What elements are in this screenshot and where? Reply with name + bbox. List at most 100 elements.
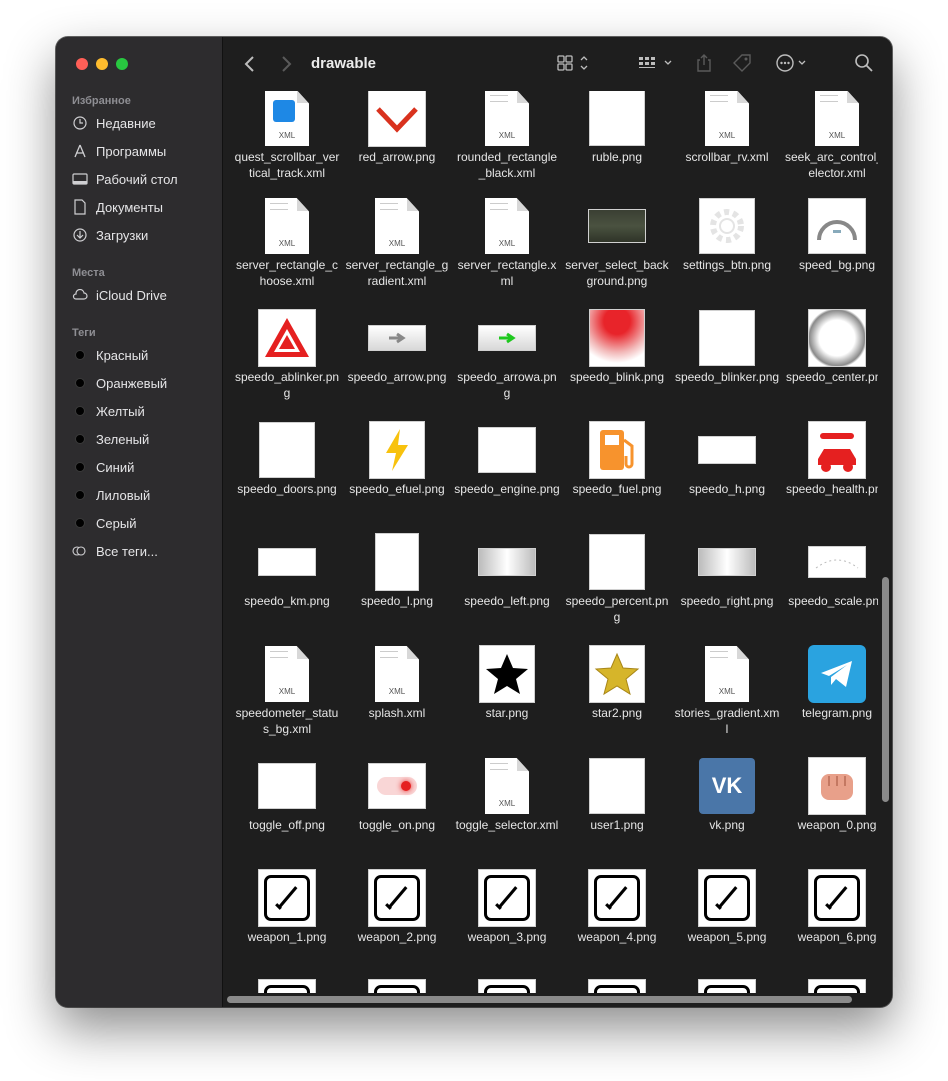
- file-item[interactable]: weapon_1.png: [232, 867, 342, 945]
- image-thumbnail: [698, 548, 756, 576]
- file-item-partial[interactable]: [562, 979, 672, 993]
- file-item[interactable]: speedo_doors.png: [232, 419, 342, 497]
- window-controls: [76, 58, 128, 70]
- file-name: weapon_0.png: [797, 818, 877, 832]
- image-thumbnail: [368, 979, 426, 993]
- file-item[interactable]: server_select_background.png: [562, 195, 672, 289]
- file-item[interactable]: XML stories_gradient.xml: [672, 643, 782, 737]
- file-item[interactable]: VK vk.png: [672, 755, 782, 833]
- file-item[interactable]: weapon_3.png: [452, 867, 562, 945]
- file-item[interactable]: telegram.png: [782, 643, 878, 721]
- image-thumbnail: [588, 979, 646, 993]
- sidebar-tag-2[interactable]: Желтый: [72, 400, 145, 422]
- image-thumbnail: [698, 869, 756, 927]
- file-item-partial[interactable]: [342, 979, 452, 993]
- file-item[interactable]: ruble.png: [562, 91, 672, 165]
- file-item[interactable]: speedo_arrowa.png: [452, 307, 562, 401]
- vertical-scrollbar[interactable]: [882, 577, 889, 802]
- file-item[interactable]: XML server_rectangle_gradient.xml: [342, 195, 452, 289]
- file-thumbnail: [562, 531, 672, 593]
- file-item[interactable]: speedo_efuel.png: [342, 419, 452, 497]
- more-actions-button[interactable]: [775, 53, 811, 73]
- sidebar-item-2[interactable]: Рабочий стол: [72, 168, 178, 190]
- file-item-partial[interactable]: [232, 979, 342, 993]
- file-thumbnail: [342, 979, 452, 993]
- file-item[interactable]: speedo_blink.png: [562, 307, 672, 385]
- sidebar-tag-4[interactable]: Синий: [72, 456, 134, 478]
- file-thumbnail: [562, 195, 672, 257]
- file-item[interactable]: weapon_4.png: [562, 867, 672, 945]
- file-item[interactable]: weapon_5.png: [672, 867, 782, 945]
- file-name: weapon_6.png: [797, 930, 877, 944]
- file-item-partial[interactable]: [452, 979, 562, 993]
- file-item[interactable]: speedo_health.png: [782, 419, 878, 497]
- view-mode-button[interactable]: [556, 53, 592, 73]
- sidebar-item-icloud[interactable]: iCloud Drive: [72, 284, 167, 306]
- file-item[interactable]: XML seek_arc_control_selector.xml: [782, 91, 878, 181]
- file-item[interactable]: speedo_fuel.png: [562, 419, 672, 497]
- sidebar-tag-7[interactable]: Все теги...: [72, 540, 158, 562]
- file-item[interactable]: speedo_engine.png: [452, 419, 562, 497]
- file-item[interactable]: user1.png: [562, 755, 672, 833]
- file-item[interactable]: toggle_on.png: [342, 755, 452, 833]
- sidebar-item-1[interactable]: Программы: [72, 140, 166, 162]
- file-item[interactable]: XML quest_scrollbar_vertical_track.xml: [232, 91, 342, 181]
- sidebar-item-3[interactable]: Документы: [72, 196, 163, 218]
- minimize-button[interactable]: [96, 58, 108, 70]
- sidebar-tag-label: Синий: [96, 459, 135, 475]
- search-button[interactable]: [854, 53, 874, 73]
- file-item[interactable]: speedo_ablinker.png: [232, 307, 342, 401]
- file-item[interactable]: weapon_2.png: [342, 867, 452, 945]
- file-item[interactable]: XML toggle_selector.xml: [452, 755, 562, 833]
- file-item[interactable]: star2.png: [562, 643, 672, 721]
- image-thumbnail: [589, 91, 645, 146]
- horizontal-scrollbar[interactable]: [227, 996, 852, 1003]
- close-button[interactable]: [76, 58, 88, 70]
- file-item[interactable]: XML scrollbar_rv.xml: [672, 91, 782, 165]
- file-item[interactable]: speedo_arrow.png: [342, 307, 452, 385]
- group-button[interactable]: [637, 53, 677, 73]
- file-item[interactable]: speedo_blinker.png: [672, 307, 782, 385]
- file-item[interactable]: speedo_center.png: [782, 307, 878, 385]
- file-item[interactable]: speedo_l.png: [342, 531, 452, 609]
- file-item-partial[interactable]: [672, 979, 782, 993]
- file-thumbnail: [232, 419, 342, 481]
- file-item[interactable]: XML splash.xml: [342, 643, 452, 721]
- file-item[interactable]: speedo_km.png: [232, 531, 342, 609]
- file-item[interactable]: red_arrow.png: [342, 91, 452, 165]
- tag-button[interactable]: [731, 53, 753, 73]
- window-title: drawable: [311, 55, 377, 72]
- image-thumbnail: [808, 645, 866, 703]
- zoom-button[interactable]: [116, 58, 128, 70]
- sidebar-tag-5[interactable]: Лиловый: [72, 484, 150, 506]
- sidebar-item-0[interactable]: Недавние: [72, 112, 156, 134]
- file-item[interactable]: toggle_off.png: [232, 755, 342, 833]
- file-item[interactable]: XML speedometer_status_bg.xml: [232, 643, 342, 737]
- sidebar-tag-0[interactable]: Красный: [72, 344, 148, 366]
- file-item[interactable]: XML rounded_rectangle_black.xml: [452, 91, 562, 181]
- sidebar-tag-1[interactable]: Оранжевый: [72, 372, 167, 394]
- file-name: speedo_center.png: [785, 370, 878, 384]
- file-item[interactable]: weapon_6.png: [782, 867, 878, 945]
- share-icon: [697, 54, 711, 72]
- file-item[interactable]: speedo_left.png: [452, 531, 562, 609]
- sidebar-tag-3[interactable]: Зеленый: [72, 428, 149, 450]
- file-thumbnail: [782, 643, 878, 705]
- back-button[interactable]: [243, 55, 257, 73]
- file-item[interactable]: speed_bg.png: [782, 195, 878, 273]
- sidebar-tag-6[interactable]: Серый: [72, 512, 136, 534]
- file-item[interactable]: star.png: [452, 643, 562, 721]
- file-item[interactable]: speedo_scale.png: [782, 531, 878, 609]
- forward-button[interactable]: [279, 55, 293, 73]
- share-button[interactable]: [695, 53, 713, 73]
- file-item[interactable]: speedo_h.png: [672, 419, 782, 497]
- file-item[interactable]: settings_btn.png: [672, 195, 782, 273]
- file-item[interactable]: speedo_right.png: [672, 531, 782, 609]
- file-item-partial[interactable]: [782, 979, 878, 993]
- file-thumbnail: [672, 531, 782, 593]
- file-item[interactable]: weapon_0.png: [782, 755, 878, 833]
- file-item[interactable]: XML server_rectangle.xml: [452, 195, 562, 289]
- file-item[interactable]: XML server_rectangle_choose.xml: [232, 195, 342, 289]
- sidebar-item-4[interactable]: Загрузки: [72, 224, 148, 246]
- file-item[interactable]: speedo_percent.png: [562, 531, 672, 625]
